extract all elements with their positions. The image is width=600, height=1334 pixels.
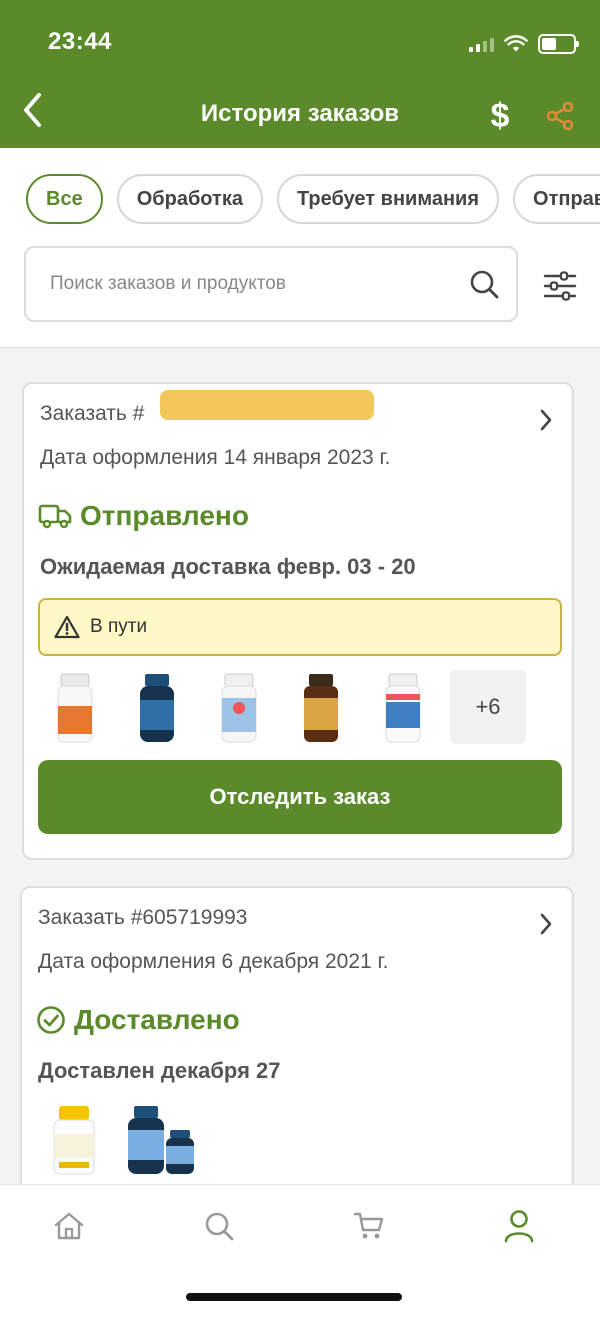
nav-cart[interactable]	[344, 1201, 394, 1251]
truck-icon	[38, 504, 72, 529]
product-thumbnail[interactable]	[134, 670, 180, 744]
order-card[interactable]: Заказать # Дата оформления 14 января 202…	[22, 382, 574, 860]
status-label: Отправлено	[80, 500, 249, 531]
order-status: Отправлено	[38, 500, 249, 532]
account-icon	[504, 1210, 534, 1243]
product-thumbnail[interactable]	[298, 670, 344, 744]
order-date: Дата оформления 14 января 2023 г.	[40, 446, 391, 469]
delivery-estimate: Ожидаемая доставка февр. 03 - 20	[40, 554, 416, 579]
search-input[interactable]: Поиск заказов и продуктов	[24, 246, 518, 322]
product-thumbnail[interactable]	[216, 670, 262, 744]
order-card[interactable]: Заказать #605719993 Дата оформления 6 де…	[20, 886, 574, 1206]
search-icon	[205, 1212, 234, 1241]
chip-shipped[interactable]: Отправлено	[513, 174, 600, 224]
order-status: Доставлено	[36, 1004, 240, 1036]
status-time: 23:44	[48, 28, 112, 55]
order-number: Заказать #605719993	[38, 906, 248, 929]
filter-chips: Все Обработка Требует внимания Отправлен…	[26, 174, 600, 224]
chip-all[interactable]: Все	[26, 174, 103, 224]
delivery-date: Доставлен декабря 27	[38, 1058, 281, 1083]
signal-icon	[469, 36, 494, 52]
product-thumbnails	[50, 1102, 198, 1176]
nav-account[interactable]	[494, 1201, 544, 1251]
search-icon[interactable]	[466, 266, 502, 302]
redaction-mark	[160, 390, 374, 420]
share-icon	[546, 101, 574, 131]
track-order-button[interactable]: Отследить заказ	[38, 760, 562, 834]
nav-search[interactable]	[194, 1201, 244, 1251]
status-icons	[469, 34, 579, 54]
check-circle-icon	[37, 1006, 65, 1034]
nav-home[interactable]	[44, 1201, 94, 1251]
more-products-count[interactable]: +6	[450, 670, 526, 744]
home-indicator	[186, 1293, 402, 1301]
home-icon	[54, 1212, 84, 1240]
cart-icon	[353, 1212, 384, 1239]
filter-settings-button[interactable]	[540, 266, 580, 306]
warning-icon	[54, 615, 80, 639]
bottom-navigation	[0, 1184, 600, 1334]
status-label: Доставлено	[74, 1004, 240, 1035]
order-number: Заказать #	[40, 402, 145, 425]
chevron-right-icon[interactable]	[534, 912, 558, 936]
order-date: Дата оформления 6 декабря 2021 г.	[38, 950, 389, 973]
currency-button[interactable]: $	[482, 94, 518, 138]
product-thumbnail[interactable]	[380, 670, 426, 744]
alert-text: В пути	[90, 616, 148, 637]
battery-icon	[538, 34, 579, 54]
chevron-right-icon[interactable]	[534, 408, 558, 432]
transit-alert: В пути	[38, 598, 562, 656]
sliders-icon	[543, 271, 577, 301]
product-thumbnail[interactable]	[52, 670, 98, 744]
chip-needs-attention[interactable]: Требует внимания	[276, 174, 500, 224]
app-header: 23:44 История заказов $	[0, 0, 600, 148]
search-placeholder: Поиск заказов и продуктов	[50, 273, 286, 294]
product-thumbnail[interactable]	[126, 1102, 198, 1176]
wifi-icon	[504, 35, 528, 52]
product-thumbnails: +6	[52, 670, 526, 744]
filter-area: Все Обработка Требует внимания Отправлен…	[0, 148, 600, 348]
chip-processing[interactable]: Обработка	[116, 174, 263, 224]
product-thumbnail[interactable]	[50, 1102, 98, 1176]
share-button[interactable]	[540, 96, 580, 136]
